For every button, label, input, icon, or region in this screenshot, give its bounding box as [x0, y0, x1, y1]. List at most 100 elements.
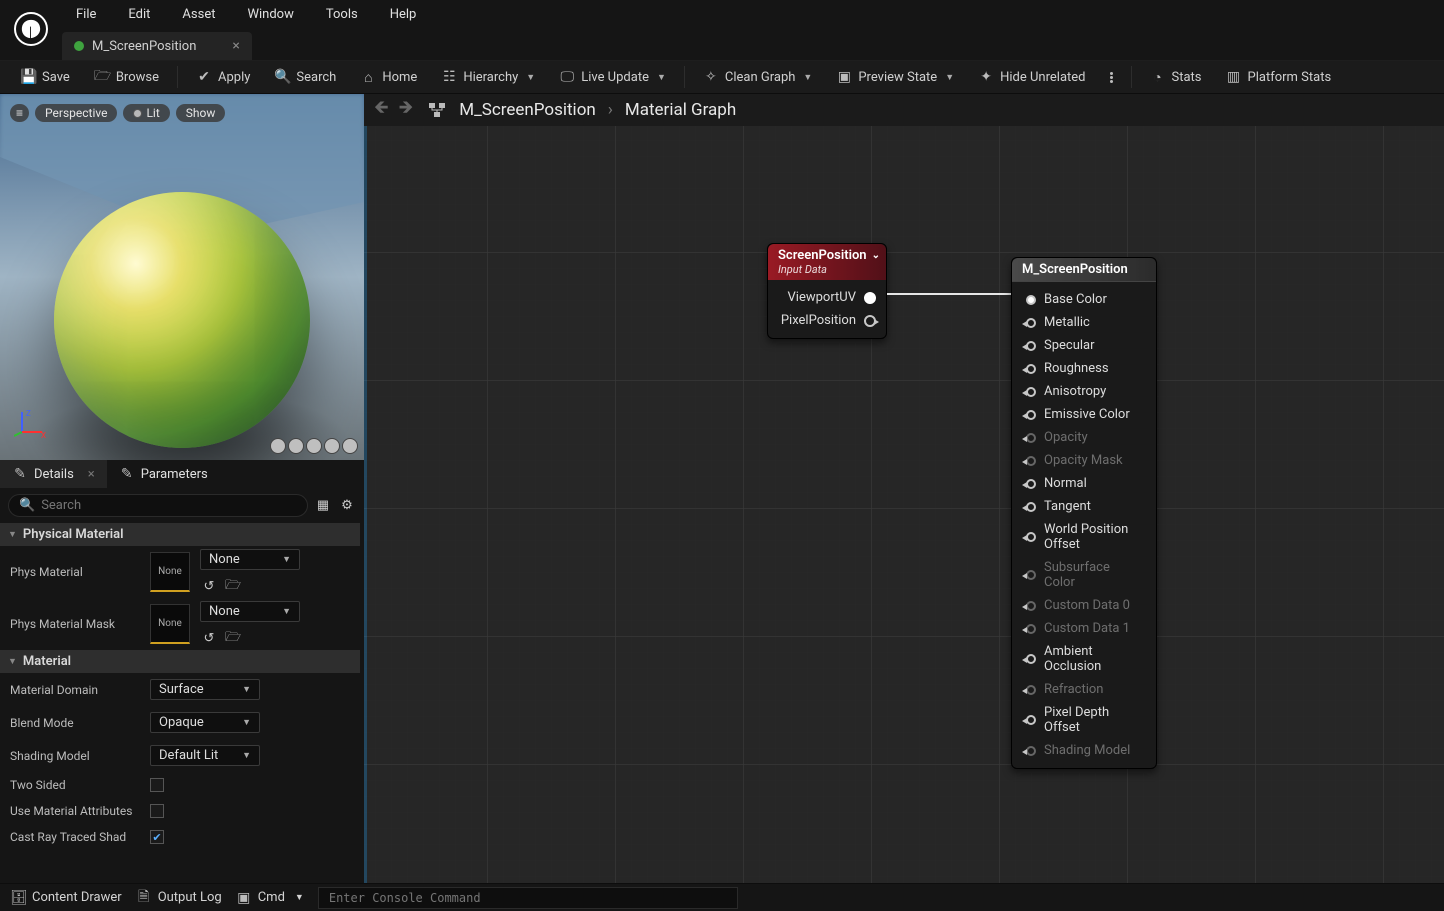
live-update-button[interactable]: 🖵Live Update▼	[549, 65, 676, 89]
pin-icon[interactable]	[1026, 715, 1036, 725]
browse-asset-icon[interactable]: 🗁	[224, 578, 242, 596]
pin-icon[interactable]	[864, 315, 876, 327]
viewport-menu-button[interactable]: ≡	[10, 104, 29, 122]
console-command-input[interactable]	[318, 887, 738, 909]
preview-viewport[interactable]: ≡ Perspective Lit Show Z X	[0, 94, 364, 460]
category-material[interactable]: ▼Material	[0, 650, 360, 673]
breadcrumb-root[interactable]: M_ScreenPosition	[459, 100, 596, 120]
input-pin-world-position-offset[interactable]: World Position Offset	[1020, 518, 1148, 556]
use-mat-attrs-checkbox[interactable]	[150, 804, 164, 818]
breadcrumb-leaf[interactable]: Material Graph	[625, 100, 736, 120]
menu-window[interactable]: Window	[231, 3, 309, 26]
input-pin-anisotropy[interactable]: Anisotropy	[1020, 380, 1148, 403]
asset-thumbnail[interactable]: None	[150, 604, 190, 644]
node-header[interactable]: ScreenPosition Input Data ⌄	[768, 244, 886, 280]
more-button[interactable]	[1100, 73, 1123, 81]
details-search-input[interactable]	[41, 498, 297, 513]
material-domain-dropdown[interactable]: Surface▼	[150, 679, 260, 700]
asset-dropdown[interactable]: None▼	[200, 601, 300, 622]
viewport-show-button[interactable]: Show	[176, 104, 226, 122]
plane-icon[interactable]	[306, 438, 322, 454]
output-pin-pixelposition[interactable]: PixelPosition	[776, 309, 878, 332]
nav-back-icon[interactable]: 🡸	[374, 95, 389, 125]
pin-icon	[1026, 746, 1036, 756]
pin-icon[interactable]	[1026, 341, 1036, 351]
cmd-selector[interactable]: ▣Cmd▼	[236, 890, 304, 906]
output-pin-viewportuv[interactable]: ViewportUV	[776, 286, 878, 309]
shading-model-dropdown[interactable]: Default Lit▼	[150, 745, 260, 766]
pin-icon[interactable]	[1026, 479, 1036, 489]
close-icon[interactable]: ×	[80, 467, 95, 482]
pin-icon[interactable]	[864, 292, 876, 304]
input-pin-opacity: Opacity	[1020, 426, 1148, 449]
viewport-perspective-button[interactable]: Perspective	[35, 104, 117, 122]
input-pin-roughness[interactable]: Roughness	[1020, 357, 1148, 380]
input-pin-metallic[interactable]: Metallic	[1020, 311, 1148, 334]
hide-unrelated-button[interactable]: ✦Hide Unrelated	[968, 65, 1095, 89]
search-button[interactable]: 🔍Search	[264, 65, 346, 89]
tab-parameters[interactable]: ✎ Parameters	[107, 460, 220, 488]
menu-asset[interactable]: Asset	[166, 3, 231, 26]
input-pin-pixel-depth-offset[interactable]: Pixel Depth Offset	[1020, 701, 1148, 739]
input-pin-specular[interactable]: Specular	[1020, 334, 1148, 357]
cylinder-icon[interactable]	[270, 438, 286, 454]
browse-asset-icon[interactable]: 🗁	[224, 630, 242, 648]
menu-help[interactable]: Help	[374, 3, 433, 26]
custom-mesh-icon[interactable]	[342, 438, 358, 454]
menu-tools[interactable]: Tools	[310, 3, 374, 26]
asset-thumbnail[interactable]: None	[150, 552, 190, 592]
clean-graph-button[interactable]: ✧Clean Graph▼	[693, 65, 822, 89]
input-pin-normal[interactable]: Normal	[1020, 472, 1148, 495]
details-search-box[interactable]: 🔍	[8, 494, 308, 517]
preview-state-button[interactable]: ▣Preview State▼	[826, 65, 964, 89]
asset-dropdown[interactable]: None▼	[200, 549, 300, 570]
cast-rt-checkbox[interactable]: ✔	[150, 830, 164, 844]
tab-details[interactable]: ✎ Details ×	[0, 460, 107, 488]
category-physical-material[interactable]: ▼Physical Material	[0, 523, 360, 546]
asset-tab-m-screenposition[interactable]: M_ScreenPosition ×	[62, 32, 252, 60]
close-icon[interactable]: ×	[204, 38, 239, 54]
content-drawer-button[interactable]: 🗄Content Drawer	[10, 890, 122, 906]
pin-icon[interactable]	[1026, 654, 1036, 664]
pin-icon[interactable]	[1026, 295, 1036, 305]
nav-forward-icon[interactable]: 🡺	[399, 95, 414, 125]
input-pin-emissive-color[interactable]: Emissive Color	[1020, 403, 1148, 426]
details-panel[interactable]: ▼Physical Material Phys Material None No…	[0, 523, 364, 883]
apply-button[interactable]: ✔Apply	[186, 65, 260, 89]
pin-icon	[1026, 685, 1036, 695]
node-screen-position[interactable]: ScreenPosition Input Data ⌄ ViewportUV P…	[767, 243, 887, 339]
pin-icon[interactable]	[1026, 318, 1036, 328]
cube-icon[interactable]	[324, 438, 340, 454]
pin-icon[interactable]	[1026, 387, 1036, 397]
output-log-button[interactable]: 🗎Output Log	[136, 886, 222, 910]
pin-icon[interactable]	[1026, 410, 1036, 420]
pin-icon[interactable]	[1026, 532, 1036, 542]
use-asset-icon[interactable]: ↺	[200, 630, 218, 648]
viewport-lit-button[interactable]: Lit	[123, 104, 169, 122]
menu-file[interactable]: File	[60, 3, 112, 26]
chevron-down-icon[interactable]: ⌄	[872, 250, 880, 261]
material-graph-canvas[interactable]: ScreenPosition Input Data ⌄ ViewportUV P…	[364, 126, 1444, 883]
settings-gear-icon[interactable]: ⚙	[338, 497, 356, 515]
save-button[interactable]: 💾Save	[10, 65, 80, 89]
pin-icon[interactable]	[1026, 502, 1036, 512]
node-header[interactable]: M_ScreenPosition	[1012, 258, 1156, 282]
sphere-icon[interactable]	[288, 438, 304, 454]
home-button[interactable]: ⌂Home	[350, 65, 427, 90]
input-pin-tangent[interactable]: Tangent	[1020, 495, 1148, 518]
pin-icon[interactable]	[1026, 364, 1036, 374]
hierarchy-button[interactable]: ☷Hierarchy▼	[431, 65, 545, 89]
input-pin-base-color[interactable]: Base Color	[1020, 288, 1148, 311]
primitive-shape-selector[interactable]	[270, 438, 358, 454]
two-sided-checkbox[interactable]	[150, 778, 164, 792]
browse-button[interactable]: 🗁Browse	[84, 61, 169, 93]
use-asset-icon[interactable]: ↺	[200, 578, 218, 596]
node-material-result[interactable]: M_ScreenPosition Base ColorMetallicSpecu…	[1011, 257, 1157, 769]
menu-edit[interactable]: Edit	[112, 3, 166, 26]
grid-view-icon[interactable]: ▦	[314, 497, 332, 515]
blend-mode-dropdown[interactable]: Opaque▼	[150, 712, 260, 733]
pin-label: Custom Data 1	[1044, 621, 1130, 636]
stats-button[interactable]: ◔Stats	[1140, 65, 1212, 90]
platform-stats-button[interactable]: ▥Platform Stats	[1216, 65, 1342, 89]
input-pin-ambient-occlusion[interactable]: Ambient Occlusion	[1020, 640, 1148, 678]
